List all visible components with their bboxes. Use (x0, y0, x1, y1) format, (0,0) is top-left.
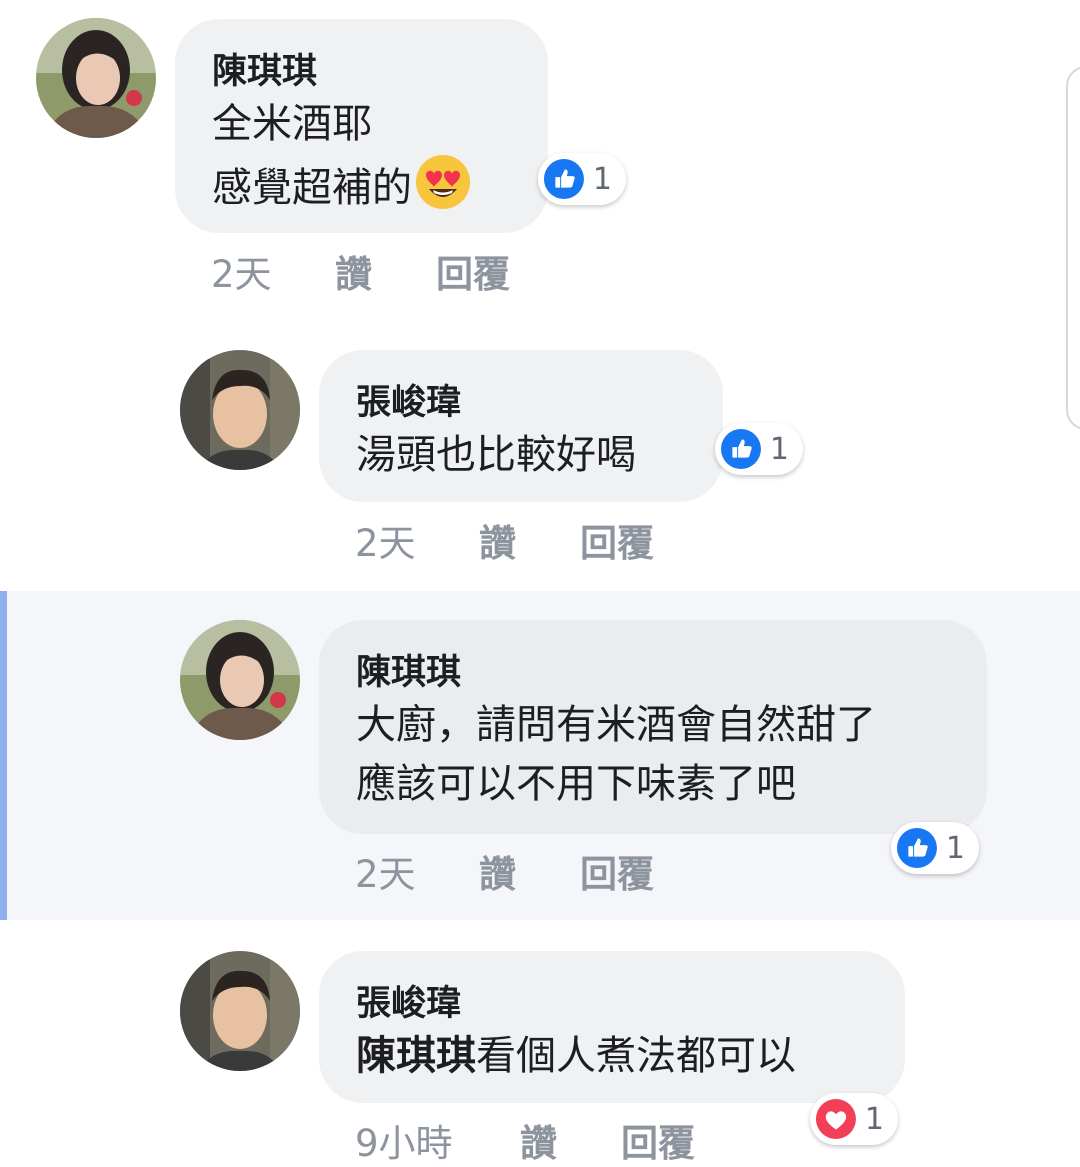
avatar-woman-photo (180, 620, 300, 740)
reply-button[interactable]: 回覆 (580, 513, 654, 567)
reaction-count: 1 (592, 161, 612, 197)
reaction-count: 1 (864, 1101, 884, 1137)
avatar-woman-photo (36, 18, 156, 138)
like-reaction-icon (896, 827, 937, 869)
comment-author[interactable]: 張峻瑋 (356, 374, 461, 425)
like-reaction-icon (543, 158, 584, 200)
like-button[interactable]: 讚 (335, 244, 372, 298)
reaction-count: 1 (945, 830, 965, 866)
reply-button[interactable]: 回覆 (580, 844, 654, 898)
like-button[interactable]: 讚 (479, 513, 516, 567)
comment-text-line-1: 湯頭也比較好喝 (356, 432, 636, 478)
comment-author[interactable]: 陳琪琪 (356, 644, 461, 695)
comment-timestamp[interactable]: 2天 (355, 844, 416, 898)
like-button[interactable]: 讚 (479, 844, 516, 898)
scrollbar[interactable] (1066, 66, 1080, 430)
comment-bubble[interactable]: 張峻瑋 湯頭也比較好喝 (319, 350, 723, 502)
comment-timestamp[interactable]: 9小時 (355, 1113, 453, 1167)
heart-eyes-emoji-icon (414, 153, 472, 211)
avatar[interactable] (180, 620, 300, 740)
comment-text-line-2: 感覺超補的 (212, 153, 472, 218)
avatar-man-photo (180, 951, 300, 1071)
comment-timestamp[interactable]: 2天 (211, 244, 272, 298)
avatar[interactable] (180, 350, 300, 470)
comment-bubble[interactable]: 陳琪琪 大廚，請問有米酒會自然甜了 應該可以不用下味素了吧 (319, 620, 987, 834)
reply-button[interactable]: 回覆 (621, 1113, 695, 1167)
avatar-man-photo (180, 350, 300, 470)
comment-timestamp[interactable]: 2天 (355, 513, 416, 567)
comment-bubble[interactable]: 陳琪琪 全米酒耶 感覺超補的 (175, 19, 548, 233)
reaction-summary[interactable]: 1 (810, 1093, 898, 1145)
like-reaction-icon (720, 428, 761, 470)
like-button[interactable]: 讚 (520, 1113, 557, 1167)
comment-text-line-1: 陳琪琪看個人煮法都可以 (356, 1033, 796, 1079)
comment-text-line-1: 大廚，請問有米酒會自然甜了 (356, 702, 876, 748)
reaction-count: 1 (769, 431, 789, 467)
reaction-summary[interactable]: 1 (538, 153, 626, 205)
avatar[interactable] (36, 18, 156, 138)
comment-author[interactable]: 陳琪琪 (212, 43, 317, 94)
mention-link[interactable]: 陳琪琪 (356, 1033, 476, 1079)
comment-text-line-2: 應該可以不用下味素了吧 (356, 761, 796, 807)
avatar[interactable] (180, 951, 300, 1071)
comment-author[interactable]: 張峻瑋 (356, 975, 461, 1026)
reaction-summary[interactable]: 1 (891, 822, 979, 874)
comment-text-line-1: 全米酒耶 (212, 101, 372, 147)
comment-bubble[interactable]: 張峻瑋 陳琪琪看個人煮法都可以 (319, 951, 905, 1103)
reaction-summary[interactable]: 1 (715, 423, 803, 475)
love-reaction-icon (815, 1098, 856, 1140)
highlighted-comment-marker (0, 591, 7, 920)
reply-button[interactable]: 回覆 (436, 244, 510, 298)
